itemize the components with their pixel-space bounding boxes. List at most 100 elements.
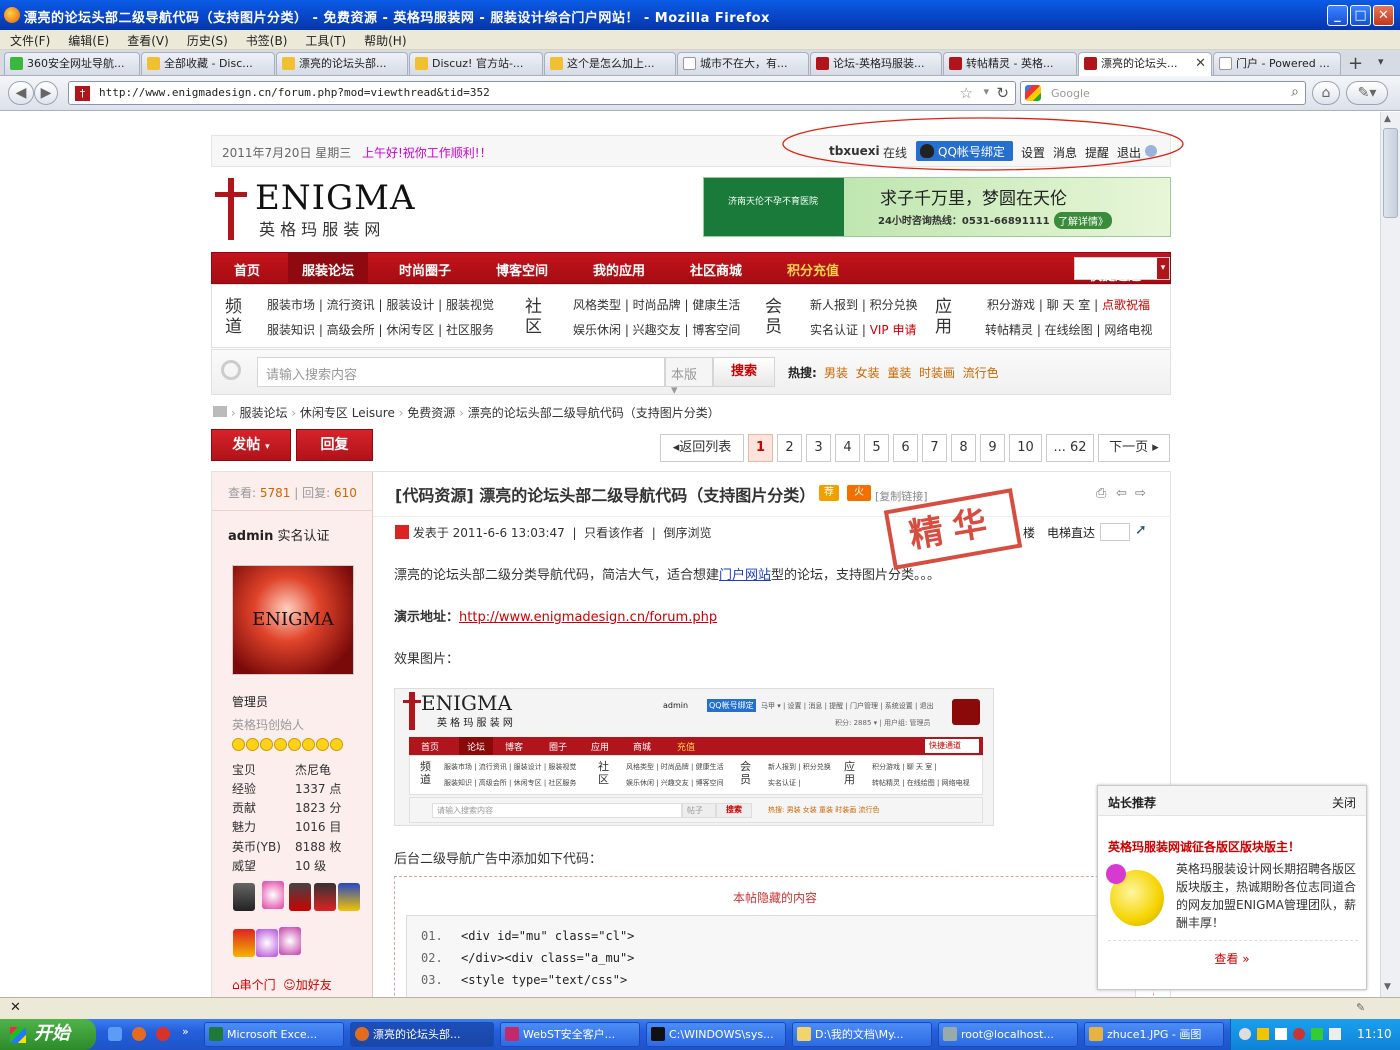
- tab-360[interactable]: 360安全网址导航...: [4, 52, 140, 75]
- crumb-forum[interactable]: 服装论坛: [239, 406, 287, 420]
- author-avatar[interactable]: ENIGMA: [232, 565, 354, 675]
- portal-link[interactable]: 门户网站: [719, 568, 771, 583]
- popup-more-link[interactable]: 查看 »: [1098, 950, 1366, 967]
- nav-blog[interactable]: 博客空间: [496, 260, 548, 279]
- tray-icon[interactable]: [1257, 1028, 1269, 1040]
- page-4[interactable]: 4: [835, 434, 860, 462]
- verify-link[interactable]: 实名认证 |: [810, 323, 866, 337]
- tray-icon[interactable]: [1239, 1028, 1251, 1040]
- nav-circles[interactable]: 时尚圈子: [399, 260, 451, 279]
- task-paint[interactable]: zhuce1.JPG - 画图: [1084, 1022, 1224, 1047]
- volume-icon[interactable]: [1329, 1028, 1341, 1040]
- apps-row-1[interactable]: 积分游戏 | 聊 天 室 | 点歌祝福: [987, 296, 1150, 313]
- scroll-thumb[interactable]: [1383, 128, 1398, 218]
- reload-icon[interactable]: ↻: [996, 84, 1009, 102]
- search-scope-select[interactable]: 本版 ▾: [665, 357, 713, 398]
- hot-kidswear[interactable]: 童装: [887, 366, 911, 380]
- medal-icon[interactable]: [262, 881, 284, 909]
- popup-close-button[interactable]: 关闭: [1332, 794, 1356, 811]
- url-text[interactable]: http://www.enigmadesign.cn/forum.php?mod…: [99, 86, 490, 99]
- floor-jump-input[interactable]: [1100, 523, 1130, 541]
- page-6[interactable]: 6: [893, 434, 918, 462]
- add-friend-link[interactable]: 加好友: [296, 978, 332, 992]
- search-box[interactable]: Google ⌕: [1020, 81, 1306, 105]
- search-input[interactable]: 请输入搜索内容: [257, 357, 665, 387]
- page-1[interactable]: 1: [748, 434, 773, 462]
- demo-url-link[interactable]: http://www.enigmadesign.cn/forum.php: [459, 610, 717, 625]
- show-desktop-icon[interactable]: [108, 1027, 122, 1041]
- hot-trend-color[interactable]: 流行色: [963, 366, 999, 380]
- tray-icon[interactable]: [1293, 1028, 1305, 1040]
- only-author-link[interactable]: 只看该作者: [584, 526, 644, 540]
- medal-icon[interactable]: [279, 927, 301, 955]
- member-row-1[interactable]: 新人报到 | 积分兑换: [810, 296, 918, 313]
- menu-view[interactable]: 查看(V): [117, 30, 177, 49]
- url-bar[interactable]: † http://www.enigmadesign.cn/forum.php?m…: [68, 81, 1016, 105]
- dropdown-arrow-icon[interactable]: ▾: [983, 85, 989, 98]
- status-addon-icon[interactable]: ✎: [1356, 1001, 1365, 1014]
- tab-favorites[interactable]: 全部收藏 - Disc...: [141, 52, 275, 75]
- minimize-button[interactable]: _: [1327, 5, 1348, 26]
- page-8[interactable]: 8: [951, 434, 976, 462]
- task-excel[interactable]: Microsoft Exce...: [204, 1022, 344, 1047]
- menu-help[interactable]: 帮助(H): [354, 30, 414, 49]
- tab-city[interactable]: 城市不在大，有...: [677, 52, 809, 75]
- tab-close-icon[interactable]: ✕: [1195, 53, 1206, 74]
- page-3[interactable]: 3: [806, 434, 831, 462]
- community-row-2[interactable]: 娱乐休闲 | 兴趣交友 | 博客空间: [573, 321, 740, 338]
- apps-links[interactable]: 积分游戏 | 聊 天 室 |: [987, 298, 1098, 312]
- app-launch-icon[interactable]: [156, 1027, 170, 1041]
- vip-link[interactable]: VIP 申请: [870, 323, 917, 337]
- go-icon[interactable]: ➚: [1135, 522, 1147, 538]
- home-icon[interactable]: ⌂: [1312, 81, 1340, 105]
- task-cmd[interactable]: C:\WINDOWS\sys...: [646, 1022, 786, 1047]
- menu-bookmarks[interactable]: 书签(B): [236, 30, 296, 49]
- page-2[interactable]: 2: [777, 434, 802, 462]
- tab-current[interactable]: 漂亮的论坛头... ✕: [1078, 52, 1212, 76]
- search-button[interactable]: 搜索: [713, 357, 775, 387]
- tab-howto[interactable]: 这个是怎么加上...: [544, 52, 676, 75]
- ad-more-button[interactable]: 了解详情》: [1054, 212, 1112, 229]
- vertical-scrollbar[interactable]: ▲ ▼: [1380, 112, 1400, 997]
- medal-icon[interactable]: [314, 883, 336, 911]
- crumb-free[interactable]: 免费资源: [407, 406, 455, 420]
- more-launchers-icon[interactable]: »: [182, 1025, 189, 1038]
- page-last[interactable]: ... 62: [1046, 434, 1094, 462]
- author-name[interactable]: admin: [228, 529, 273, 544]
- next-page-button[interactable]: 下一页 ▸: [1098, 434, 1170, 462]
- quick-access-button[interactable]: 快捷通道 ▾: [1074, 257, 1170, 284]
- channel-row-2[interactable]: 服装知识 | 高级会所 | 休闲专区 | 社区服务: [267, 321, 494, 338]
- medal-icon[interactable]: [289, 883, 311, 911]
- task-webst[interactable]: WebST安全客户...: [500, 1022, 640, 1047]
- page-5[interactable]: 5: [864, 434, 889, 462]
- hospital-ad-banner[interactable]: 济南天伦不孕不育医院 求子千万里，梦圆在天伦 24小时咨询热线：0531-668…: [703, 177, 1171, 237]
- back-icon[interactable]: ◀: [8, 81, 34, 105]
- medal-icon[interactable]: [338, 883, 360, 911]
- apps-row-2[interactable]: 转帖精灵 | 在线绘图 | 网络电视: [985, 321, 1152, 338]
- nav-recharge[interactable]: 积分充值: [787, 260, 839, 279]
- medal-icon[interactable]: [233, 883, 255, 911]
- hot-menswear[interactable]: 男装: [824, 366, 848, 380]
- new-tab-icon[interactable]: +: [1348, 53, 1363, 74]
- task-firefox[interactable]: 漂亮的论坛头部...: [350, 1022, 494, 1047]
- copy-link[interactable]: [复制链接]: [875, 488, 928, 504]
- tab-portal[interactable]: 门户 - Powered ...: [1213, 52, 1341, 75]
- tab-nav-code-1[interactable]: 漂亮的论坛头部...: [276, 52, 408, 75]
- effect-screenshot[interactable]: ENIGMA 英 格 玛 服 装 网 admin QQ帐号绑定 马甲 ▾ | 设…: [394, 688, 994, 826]
- page-7[interactable]: 7: [922, 434, 947, 462]
- menu-tools[interactable]: 工具(T): [295, 30, 354, 49]
- hot-fashion-drawing[interactable]: 时装画: [919, 366, 955, 380]
- start-button[interactable]: 开始: [0, 1019, 96, 1050]
- crumb-leisure[interactable]: 休闲专区 Leisure: [300, 406, 395, 420]
- forward-icon[interactable]: ▶: [34, 81, 58, 105]
- scroll-down-icon[interactable]: ▼: [1384, 982, 1391, 992]
- tab-list-icon[interactable]: ▾: [1378, 55, 1384, 68]
- scroll-up-icon[interactable]: ▲: [1384, 114, 1391, 124]
- channel-row-1[interactable]: 服装市场 | 流行资讯 | 服装设计 | 服装视觉: [267, 296, 494, 313]
- addon-icon[interactable]: ✎▾: [1346, 81, 1388, 105]
- close-button[interactable]: ✕: [1373, 5, 1394, 26]
- bookmark-star-icon[interactable]: ☆: [960, 84, 973, 102]
- tab-discuz[interactable]: Discuz! 官方站-...: [409, 52, 543, 75]
- popup-headline[interactable]: 英格玛服装网诚征各版区版块版主！: [1108, 838, 1300, 855]
- task-explorer[interactable]: D:\我的文档\My...: [792, 1022, 932, 1047]
